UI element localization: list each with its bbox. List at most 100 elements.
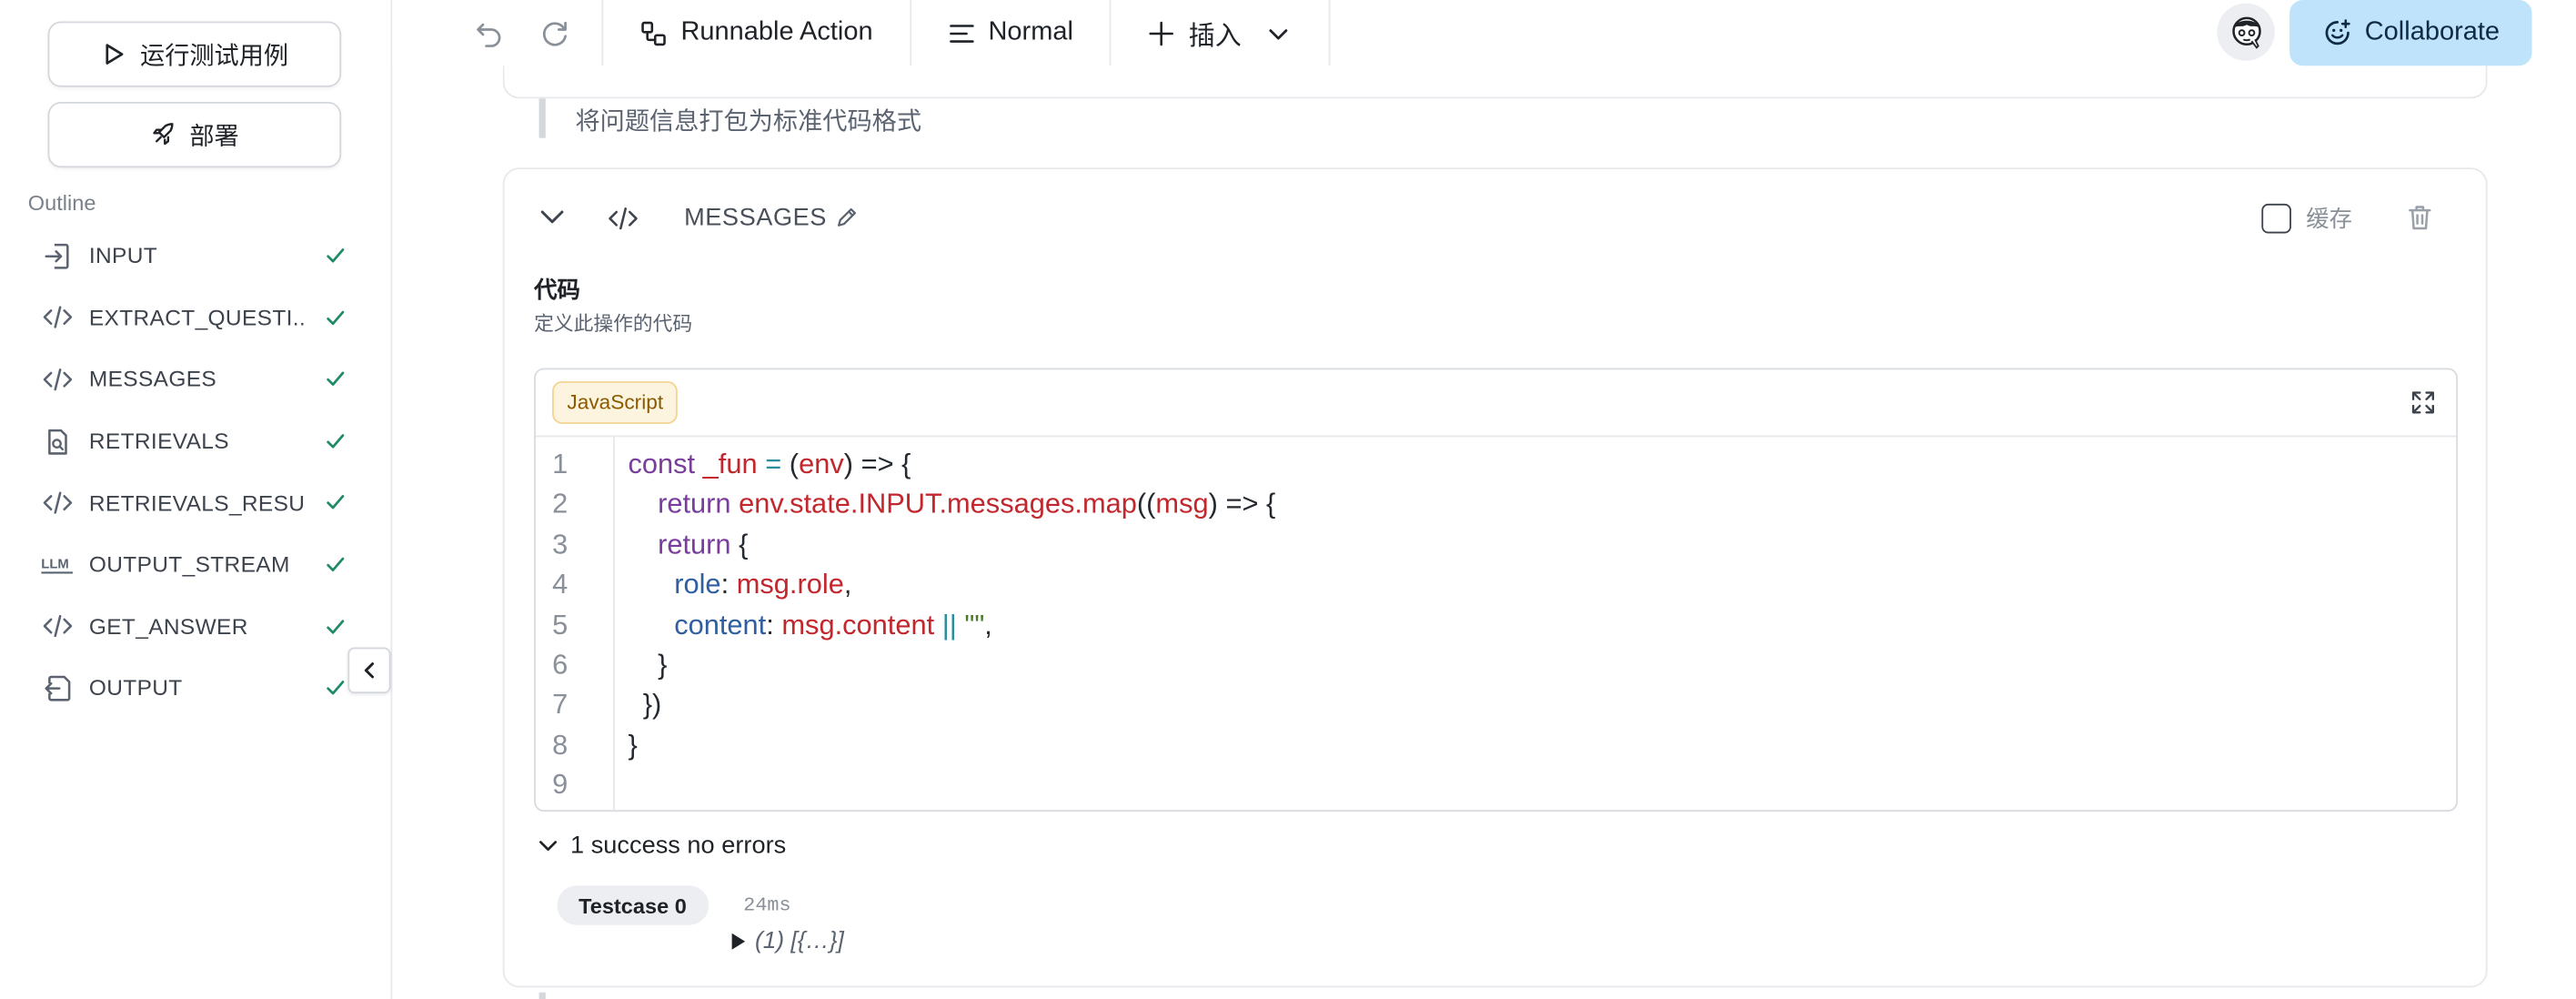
check-icon	[327, 433, 345, 449]
next-card-quote-bar	[538, 992, 546, 999]
card-header: MESSAGES 缓存	[505, 169, 2486, 267]
outline-item-output[interactable]: OUTPUT	[28, 658, 367, 720]
testcase-output-value: (1) [{…}]	[754, 928, 844, 955]
collaborate-label: Collaborate	[2364, 17, 2501, 46]
line-number-gutter: 1 2 3 4 5 6 7 8 9	[536, 437, 615, 811]
chevron-down-icon[interactable]	[538, 202, 568, 232]
check-icon	[327, 619, 345, 633]
svg-text:LLM: LLM	[41, 557, 68, 571]
rocket-icon	[153, 123, 174, 146]
collaborate-button[interactable]: Collaborate	[2289, 0, 2532, 66]
messages-card: MESSAGES 缓存 代码 定义此操作的代码 JavaScript 1 2 3…	[502, 167, 2488, 988]
section-title: 代码	[534, 276, 580, 303]
trash-icon[interactable]	[2405, 202, 2435, 232]
quote-bar	[538, 98, 546, 138]
cache-toggle[interactable]: 缓存	[2261, 202, 2352, 235]
outline-item-get-answer[interactable]: GET_ANSWER	[28, 596, 367, 658]
insert-label: 插入	[1188, 23, 1242, 51]
retrieval-icon	[41, 425, 74, 458]
code-line: return env.state.INPUT.messages.map((msg…	[658, 489, 1276, 520]
code-line: })	[642, 689, 662, 721]
cache-checkbox[interactable]	[2261, 203, 2291, 234]
check-icon	[327, 557, 345, 571]
outline-item-messages[interactable]: MESSAGES	[28, 348, 367, 410]
toolbar-divider	[1328, 0, 1331, 66]
outline-title: Outline	[27, 190, 96, 216]
outline-item-retrievals[interactable]: RETRIEVALS	[28, 410, 367, 472]
check-icon	[327, 495, 345, 510]
avatar[interactable]	[2217, 3, 2275, 61]
text-style-label: Normal	[988, 17, 1073, 46]
outline-item-input[interactable]: INPUT	[28, 225, 367, 287]
smile-plus-icon	[2324, 19, 2350, 45]
code-line: }	[628, 729, 638, 761]
code-line: }	[658, 649, 668, 681]
deploy-label: 部署	[189, 122, 239, 151]
line-number: 5	[552, 609, 569, 641]
runnable-action-button[interactable]: Runnable Action	[603, 0, 909, 66]
check-icon	[327, 371, 345, 387]
outline-item-label: OUTPUT_STREAM	[88, 552, 290, 578]
run-tests-button[interactable]: 运行测试用例	[47, 21, 342, 87]
outline-item-label: MESSAGES	[88, 367, 217, 392]
outline-item-label: INPUT	[88, 243, 158, 268]
check-icon	[327, 310, 345, 325]
chevron-down-icon	[1269, 28, 1288, 39]
code-line: content: msg.content || "",	[674, 609, 992, 641]
deploy-button[interactable]: 部署	[47, 101, 342, 168]
pencil-icon[interactable]	[834, 206, 859, 230]
play-icon	[106, 44, 124, 65]
code-icon	[609, 207, 638, 230]
line-number: 9	[552, 769, 569, 801]
outline-item-label: RETRIEVALS	[88, 429, 229, 454]
code-icon	[41, 301, 74, 334]
editor-header: JavaScript	[535, 369, 2457, 438]
runnable-action-icon	[641, 20, 666, 45]
undo-icon[interactable]	[473, 16, 506, 49]
line-number: 7	[552, 689, 569, 721]
line-number: 6	[552, 649, 569, 681]
output-icon	[41, 672, 74, 705]
code-icon	[41, 487, 74, 520]
sidebar: 运行测试用例 部署 Outline INPUT EXTRACT_QUESTI..…	[0, 0, 393, 999]
code-editor[interactable]: JavaScript 1 2 3 4 5 6 7 8 9 const _fun …	[534, 368, 2458, 812]
testcase-badge[interactable]: Testcase 0	[557, 885, 709, 925]
outline-item-label: EXTRACT_QUESTI...	[88, 305, 304, 330]
outline-item-retrievals-result[interactable]: RETRIEVALS_RESU...	[28, 472, 367, 534]
check-icon	[327, 681, 345, 695]
code-line: role: msg.role,	[674, 569, 852, 600]
input-icon	[41, 239, 74, 272]
testcase-time: 24ms	[743, 893, 791, 917]
expand-triangle-icon[interactable]	[731, 933, 746, 950]
chevron-left-icon	[364, 662, 375, 679]
language-badge[interactable]: JavaScript	[552, 380, 679, 424]
testcase-output[interactable]: (1) [{…}]	[731, 928, 844, 955]
chevron-down-icon	[539, 841, 558, 852]
line-number: 1	[552, 449, 569, 480]
outline-item-extract-question[interactable]: EXTRACT_QUESTI...	[28, 287, 367, 348]
text-style-button[interactable]: Normal	[911, 0, 1109, 66]
result-toggle[interactable]: 1 success no errors	[538, 831, 787, 860]
expand-icon[interactable]	[2410, 389, 2436, 416]
result-summary: 1 success no errors	[570, 831, 787, 860]
code-line: const _fun = (env) => {	[628, 449, 911, 480]
outline-item-output-stream[interactable]: LLM OUTPUT_STREAM	[28, 534, 367, 596]
line-number: 2	[552, 489, 569, 520]
align-left-icon	[949, 24, 973, 42]
insert-button[interactable]: 插入	[1112, 0, 1329, 66]
outline-list: INPUT EXTRACT_QUESTI... MESSAGES RETRIEV…	[28, 225, 367, 719]
redo-icon[interactable]	[539, 16, 572, 49]
code-line: return {	[658, 529, 749, 560]
plus-icon	[1149, 20, 1174, 45]
previous-card	[502, 66, 2488, 99]
line-number: 4	[552, 569, 569, 600]
outline-item-label: OUTPUT	[88, 676, 183, 701]
run-tests-label: 运行测试用例	[140, 42, 289, 70]
line-number: 3	[552, 529, 569, 560]
collapse-sidebar-button[interactable]	[347, 647, 391, 694]
runnable-action-label: Runnable Action	[680, 17, 873, 46]
check-icon	[327, 248, 345, 263]
llm-icon: LLM	[41, 549, 74, 581]
previous-card-description: 将问题信息打包为标准代码格式	[575, 108, 922, 136]
outline-item-label: RETRIEVALS_RESU...	[88, 490, 304, 516]
